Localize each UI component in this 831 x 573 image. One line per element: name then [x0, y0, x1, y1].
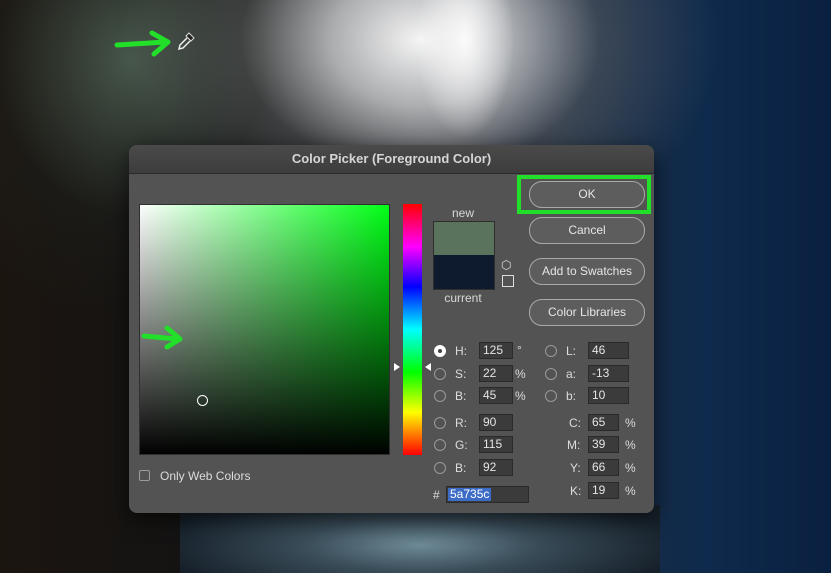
hue-slider[interactable] — [403, 204, 422, 455]
h-unit: ° — [517, 343, 522, 357]
only-web-colors-checkbox[interactable] — [139, 470, 150, 481]
h-label: H: — [455, 344, 467, 358]
r-label: R: — [455, 416, 467, 430]
radio-g[interactable] — [434, 439, 446, 451]
r-input[interactable]: 90 — [479, 414, 513, 431]
blue-input[interactable]: 92 — [479, 459, 513, 476]
g-input[interactable]: 115 — [479, 436, 513, 453]
b-input[interactable]: 45 — [479, 387, 513, 404]
b-label: B: — [455, 389, 467, 403]
radio-blue[interactable] — [434, 462, 446, 474]
hue-slider-handle-right[interactable] — [425, 363, 431, 371]
arrow-right-icon — [141, 325, 183, 350]
s-input[interactable]: 22 — [479, 365, 513, 382]
smoke-highlight — [375, 0, 555, 150]
radio-b[interactable] — [434, 390, 446, 402]
current-color-label: current — [444, 291, 482, 305]
new-color-label: new — [451, 206, 474, 220]
c-label: C: — [569, 416, 581, 430]
h-input[interactable]: 125 — [479, 342, 513, 359]
y-label: Y: — [570, 461, 581, 475]
cube-icon[interactable]: ⬡ — [501, 258, 511, 272]
l-label: L: — [566, 344, 577, 358]
b-unit: % — [515, 389, 526, 403]
blue-label: B: — [455, 461, 467, 475]
hex-prefix: # — [433, 488, 440, 502]
y-input[interactable]: 66 — [588, 459, 619, 476]
radio-h[interactable] — [434, 345, 446, 357]
lab-b-input[interactable]: 10 — [588, 387, 629, 404]
a-input[interactable]: -13 — [588, 365, 629, 382]
radio-a[interactable] — [545, 368, 557, 380]
new-color-swatch — [433, 221, 495, 256]
radio-r[interactable] — [434, 417, 446, 429]
only-web-colors-label[interactable]: Only Web Colors — [160, 469, 250, 483]
k-input[interactable]: 19 — [588, 482, 619, 499]
hex-value: 5a735c — [448, 487, 492, 501]
radio-s[interactable] — [434, 368, 446, 380]
lab-b-label: b: — [566, 389, 577, 403]
current-color-swatch[interactable] — [433, 255, 495, 290]
background-object — [180, 505, 660, 573]
eyedropper-icon — [177, 32, 195, 51]
m-unit: % — [625, 438, 636, 452]
cancel-button[interactable]: Cancel — [529, 217, 645, 244]
y-unit: % — [625, 461, 636, 475]
l-input[interactable]: 46 — [588, 342, 629, 359]
m-input[interactable]: 39 — [588, 436, 619, 453]
color-picker-dialog: Color Picker (Foreground Color) new curr… — [129, 145, 654, 513]
dialog-title: Color Picker (Foreground Color) — [291, 151, 492, 166]
a-label: a: — [566, 367, 577, 381]
color-libraries-button[interactable]: Color Libraries — [529, 299, 645, 326]
c-unit: % — [625, 416, 636, 430]
radio-l[interactable] — [545, 345, 557, 357]
arrow-right-icon — [114, 30, 171, 57]
k-unit: % — [625, 484, 636, 498]
dialog-titlebar[interactable]: Color Picker (Foreground Color) — [129, 145, 654, 174]
s-label: S: — [455, 367, 467, 381]
web-safe-swatch[interactable] — [502, 275, 514, 287]
k-label: K: — [570, 484, 582, 498]
s-unit: % — [515, 367, 526, 381]
add-to-swatches-button[interactable]: Add to Swatches — [529, 258, 645, 285]
ok-button[interactable]: OK — [529, 181, 645, 208]
radio-lab-b[interactable] — [545, 390, 557, 402]
c-input[interactable]: 65 — [588, 414, 619, 431]
g-label: G: — [455, 438, 468, 452]
m-label: M: — [567, 438, 581, 452]
color-field-cursor[interactable] — [197, 395, 208, 406]
hue-slider-handle-left[interactable] — [394, 363, 400, 371]
hex-input[interactable]: 5a735c — [446, 486, 529, 503]
